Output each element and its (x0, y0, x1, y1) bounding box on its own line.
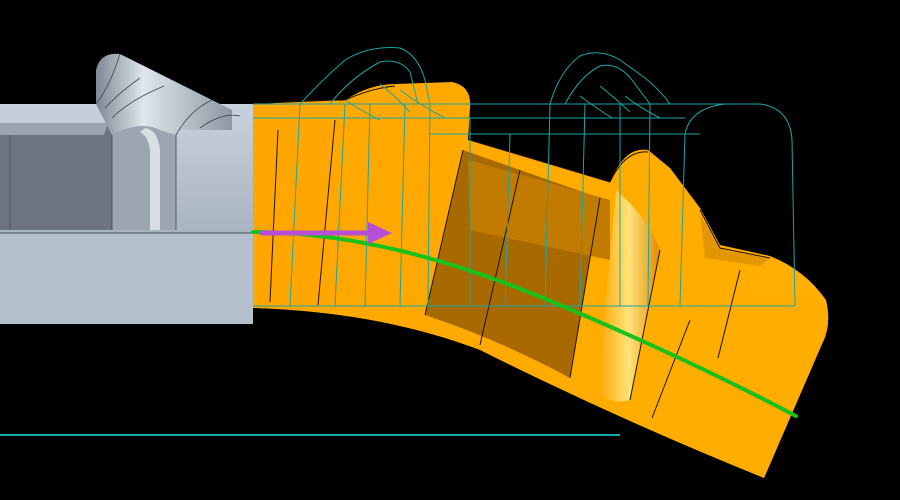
base-pocket-wall (0, 123, 108, 135)
swept-body[interactable] (252, 82, 829, 478)
base-rib-side (112, 126, 176, 230)
wire-lobe-2-inner (564, 64, 651, 105)
swept-face-wedge (700, 215, 770, 266)
base-block-lower (0, 233, 253, 324)
base-pocket (0, 123, 112, 230)
cad-scene (0, 47, 829, 478)
wire-lobe-2 (549, 52, 671, 105)
cad-viewport[interactable] (0, 0, 900, 500)
base-part[interactable] (0, 53, 253, 324)
